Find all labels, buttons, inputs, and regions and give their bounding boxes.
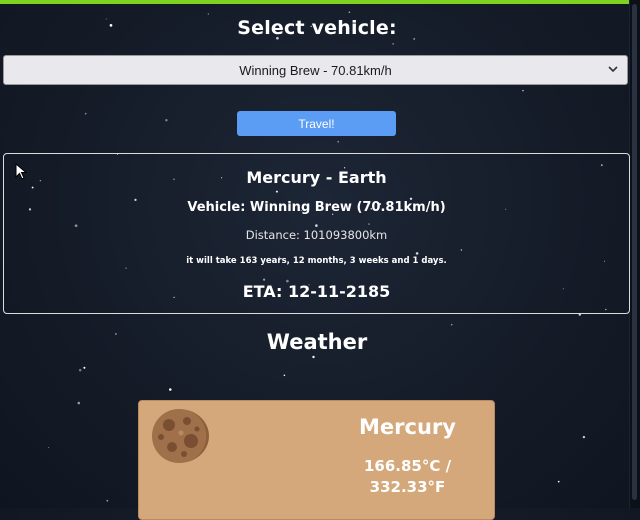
star bbox=[522, 89, 524, 92]
top-accent-bar bbox=[0, 0, 630, 4]
mouse-cursor-icon bbox=[15, 163, 28, 180]
scrollbar-thumb[interactable] bbox=[632, 4, 637, 500]
planet-name: Mercury bbox=[359, 415, 456, 439]
star bbox=[283, 374, 286, 377]
star bbox=[84, 112, 87, 115]
planet-temperature: 166.85°C / 332.33°F bbox=[335, 456, 480, 498]
vehicle-select[interactable]: Winning Brew - 70.81km/h bbox=[3, 55, 628, 85]
star bbox=[78, 368, 82, 372]
chevron-down-icon bbox=[608, 66, 618, 73]
trip-duration: it will take 163 years, 12 months, 3 wee… bbox=[186, 256, 447, 266]
vehicle-select-value: Winning Brew - 70.81km/h bbox=[239, 62, 392, 78]
star bbox=[83, 366, 86, 369]
star bbox=[77, 401, 81, 405]
star bbox=[106, 499, 109, 502]
planet-weather-card: Mercury 166.85°C / 332.33°F bbox=[138, 400, 495, 520]
star bbox=[348, 11, 351, 13]
star bbox=[312, 355, 315, 359]
weather-heading: Weather bbox=[266, 330, 368, 354]
planet-temp-fahrenheit: 332.33°F bbox=[369, 478, 446, 496]
trip-vehicle: Vehicle: Winning Brew (70.81km/h) bbox=[187, 200, 446, 215]
star bbox=[48, 447, 50, 449]
star bbox=[337, 140, 340, 143]
trip-route: Mercury - Earth bbox=[246, 168, 387, 187]
scrollbar[interactable] bbox=[629, 0, 640, 508]
star bbox=[169, 388, 172, 391]
star bbox=[392, 43, 394, 45]
mercury-planet-icon bbox=[152, 409, 209, 463]
star bbox=[557, 480, 560, 483]
star bbox=[582, 435, 586, 439]
travel-button[interactable]: Travel! bbox=[237, 111, 396, 136]
trip-eta: ETA: 12-11-2185 bbox=[242, 282, 391, 301]
star bbox=[207, 13, 209, 15]
star bbox=[165, 119, 168, 122]
trip-result-card: Mercury - Earth Vehicle: Winning Brew (7… bbox=[3, 153, 630, 314]
select-vehicle-heading: Select vehicle: bbox=[237, 17, 397, 39]
planet-temp-celsius: 166.85°C / bbox=[363, 457, 452, 475]
trip-distance: Distance: 101093800km bbox=[245, 228, 388, 242]
star bbox=[450, 323, 453, 326]
